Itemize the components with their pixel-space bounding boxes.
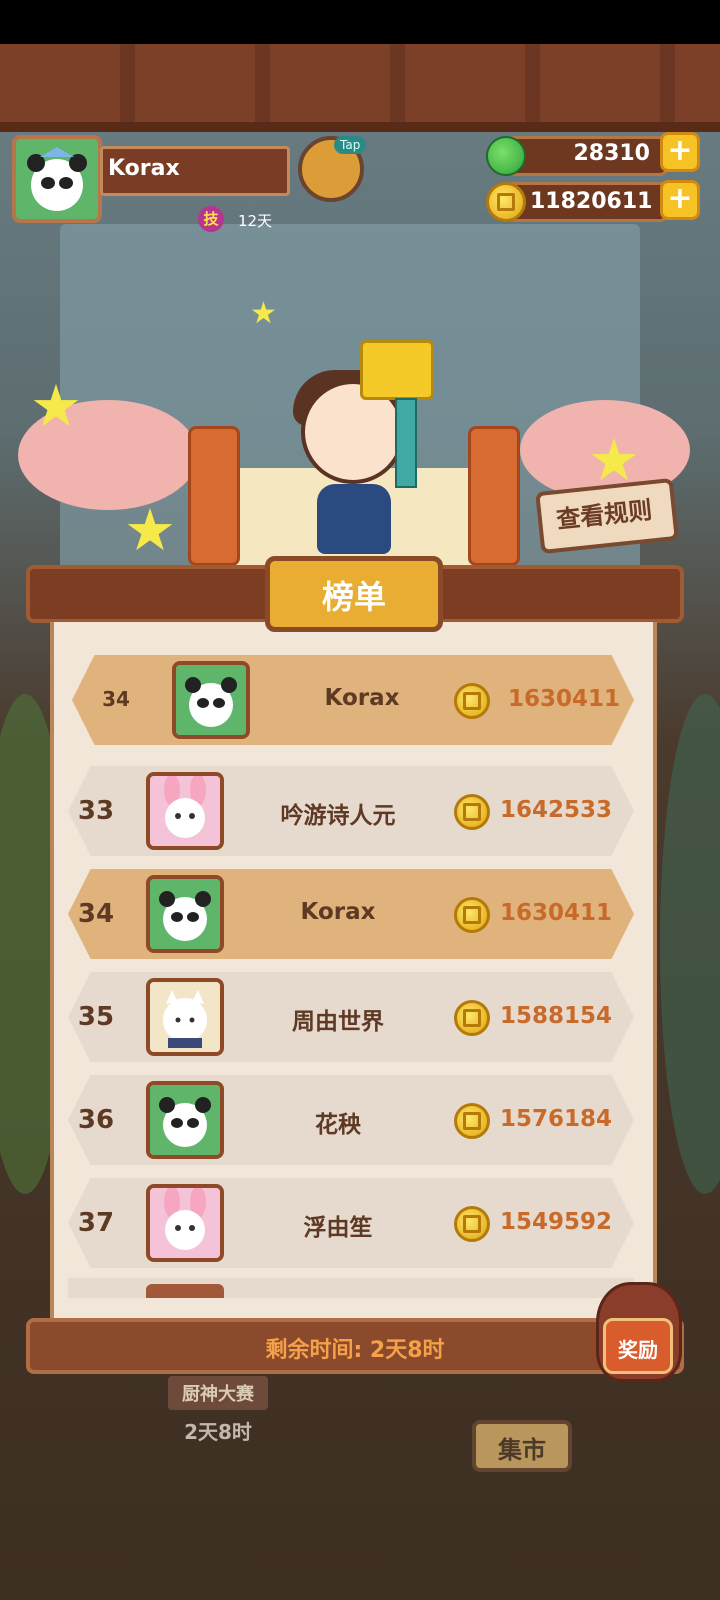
coin-icon (454, 1103, 490, 1139)
leaderboard-row[interactable]: 36 花秧 1576184 (68, 1075, 634, 1165)
coin-icon (454, 897, 490, 933)
podium-pillar-right (468, 426, 520, 566)
skill-days: 12天 (238, 212, 273, 230)
star-icon: ★ (124, 496, 176, 564)
bunny-avatar-icon (150, 1188, 220, 1258)
rank-number: 35 (77, 1002, 115, 1032)
star-icon: ★ (250, 296, 277, 331)
bunny-avatar (146, 772, 224, 850)
star-icon: ★ (30, 372, 82, 440)
trophy-hammer-handle (395, 398, 417, 488)
time-remaining: 剩余时间: 2天8时 (265, 1338, 445, 1363)
score: 1642533 (500, 797, 613, 823)
avatar-partial (146, 1284, 224, 1298)
panda-avatar (172, 661, 250, 739)
leaderboard-row[interactable]: 34 Korax 1630411 (68, 869, 634, 959)
roof-beams (0, 44, 720, 124)
score: 1576184 (500, 1106, 613, 1132)
player-name: 周由世界 (292, 1009, 384, 1035)
coin-value: 11820611 (530, 189, 653, 214)
player-avatar[interactable] (12, 135, 102, 223)
panda-avatar-icon (16, 139, 98, 219)
panda-avatar (146, 875, 224, 953)
rank-number: 36 (77, 1105, 115, 1135)
player-name: Korax (300, 899, 376, 925)
gem-icon (486, 136, 526, 176)
leaderboard-row[interactable]: 33 吟游诗人元 1642533 (68, 766, 634, 856)
cat-avatar-icon (150, 982, 220, 1052)
status-bar (0, 0, 720, 44)
tap-label: Tap (334, 136, 367, 154)
leaderboard-row[interactable]: 35 周由世界 1588154 (68, 972, 634, 1062)
player-name: 花秧 (315, 1112, 361, 1138)
player-name: 浮由笙 (303, 1215, 373, 1241)
cat-avatar (146, 978, 224, 1056)
panda-avatar-icon (176, 665, 246, 735)
coin-icon (454, 794, 490, 830)
rank-number: 33 (77, 796, 115, 826)
add-gems-button[interactable]: + (660, 132, 700, 172)
panda-avatar-icon (150, 1085, 220, 1155)
coin-icon (454, 1206, 490, 1242)
coin-icon (486, 182, 526, 222)
coin-icon (454, 1000, 490, 1036)
bunny-avatar (146, 1184, 224, 1262)
skill-badge: 技 (198, 206, 224, 232)
rank-number: 34 (102, 687, 130, 711)
bg-decor-right (660, 694, 720, 1194)
event-time: 2天8时 (184, 1420, 252, 1444)
trophy-hammer-icon (360, 340, 434, 400)
score: 1549592 (500, 1209, 613, 1235)
score: 1588154 (500, 1003, 613, 1029)
leaderboard-title: 榜单 (321, 578, 386, 616)
event-sign-label: 厨神大赛 (182, 1384, 254, 1405)
player-name: 吟游诗人元 (280, 803, 396, 829)
score: 1630411 (500, 900, 613, 926)
add-coins-button[interactable]: + (660, 180, 700, 220)
rank-number: 34 (77, 899, 115, 929)
market-label: 集市 (498, 1436, 546, 1464)
rank-number: 37 (77, 1208, 115, 1238)
score: 1630411 (508, 686, 621, 712)
gem-value: 28310 (573, 141, 650, 166)
panda-avatar (146, 1081, 224, 1159)
player-name: Korax (108, 156, 180, 181)
leaderboard-row[interactable]: 37 浮由笙 1549592 (68, 1178, 634, 1268)
own-rank-row[interactable]: 34 Korax 1630411 (72, 655, 634, 745)
bunny-avatar-icon (150, 776, 220, 846)
roof-beam-line (0, 122, 720, 132)
reward-label: 奖励 (618, 1338, 658, 1362)
panda-avatar-icon (150, 879, 220, 949)
coin-icon (454, 683, 490, 719)
chef-body (317, 484, 391, 554)
podium-pillar-left (188, 426, 240, 566)
player-name: Korax (324, 685, 400, 711)
